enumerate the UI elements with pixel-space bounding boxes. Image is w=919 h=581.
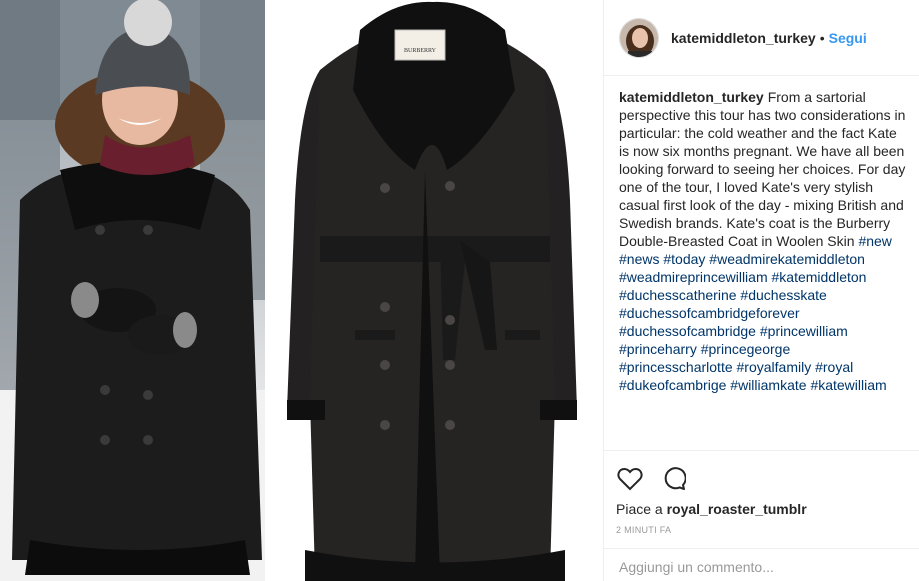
- hashtag-link[interactable]: #duchessofcambridgeforever: [619, 305, 800, 321]
- brand-label: [394, 29, 446, 61]
- post-media[interactable]: BURBERRY: [0, 0, 603, 581]
- likes-prefix: Piace a: [616, 501, 663, 517]
- follow-button[interactable]: Segui: [829, 30, 867, 46]
- heart-icon: [617, 467, 643, 491]
- caption-text: From a sartorial perspective this tour h…: [619, 89, 906, 249]
- comment-bar: [604, 548, 919, 581]
- comment-button[interactable]: [654, 459, 694, 499]
- hashtag-link[interactable]: #today: [663, 251, 705, 267]
- brand-label-text: BURBERRY: [404, 48, 437, 54]
- like-button[interactable]: [610, 459, 650, 499]
- hashtag-link[interactable]: #duchessofcambridge: [619, 323, 756, 339]
- coat-product-illustration: BURBERRY: [287, 1, 577, 581]
- comment-bubble-icon: [664, 467, 686, 490]
- hashtag-link[interactable]: #new: [858, 233, 891, 249]
- photo-coat-product: BURBERRY: [265, 0, 603, 581]
- header-username[interactable]: katemiddleton_turkey: [671, 30, 816, 46]
- hashtag-link[interactable]: #princesscharlotte: [619, 359, 733, 375]
- caption: katemiddleton_turkey From a sartorial per…: [604, 76, 919, 449]
- post-sidebar: katemiddleton_turkey • Segui katemiddlet…: [603, 0, 919, 581]
- hashtag-link[interactable]: #princewilliam: [760, 323, 848, 339]
- hashtag-link[interactable]: #news: [619, 251, 659, 267]
- hashtag-link[interactable]: #katewilliam: [810, 377, 886, 393]
- hashtag-link[interactable]: #weadmirekatemiddleton: [709, 251, 865, 267]
- hashtag-link[interactable]: #royal: [815, 359, 853, 375]
- photo-kate-in-coat: [0, 0, 265, 581]
- post-header: katemiddleton_turkey • Segui: [604, 0, 919, 76]
- caption-username[interactable]: katemiddleton_turkey: [619, 89, 764, 105]
- comment-input[interactable]: [619, 559, 899, 575]
- kate-photo-illustration: [0, 0, 265, 581]
- post-timestamp[interactable]: 2 MINUTI FA: [616, 525, 905, 535]
- liked-by-user[interactable]: royal_roaster_tumblr: [667, 501, 807, 517]
- hashtag-link[interactable]: #princeharry: [619, 341, 697, 357]
- avatar[interactable]: [619, 17, 659, 58]
- hashtag-link[interactable]: #duchesscatherine: [619, 287, 737, 303]
- hashtag-link[interactable]: #dukeofcambrige: [619, 377, 726, 393]
- hashtag-link[interactable]: #duchesskate: [740, 287, 826, 303]
- separator-dot: •: [819, 29, 825, 46]
- hashtag-link[interactable]: #katemiddleton: [772, 269, 867, 285]
- hashtag-list: #new #news #today #weadmirekatemiddleton…: [619, 233, 892, 393]
- action-icons: [616, 459, 905, 499]
- likes-line: Piace a royal_roaster_tumblr: [616, 501, 905, 517]
- hashtag-link[interactable]: #williamkate: [730, 377, 806, 393]
- hashtag-link[interactable]: #royalfamily: [737, 359, 812, 375]
- hashtag-link[interactable]: #weadmireprincewilliam: [619, 269, 768, 285]
- avatar-image: [620, 18, 658, 57]
- post-actions: Piace a royal_roaster_tumblr 2 MINUTI FA: [604, 450, 919, 535]
- hashtag-link[interactable]: #princegeorge: [701, 341, 791, 357]
